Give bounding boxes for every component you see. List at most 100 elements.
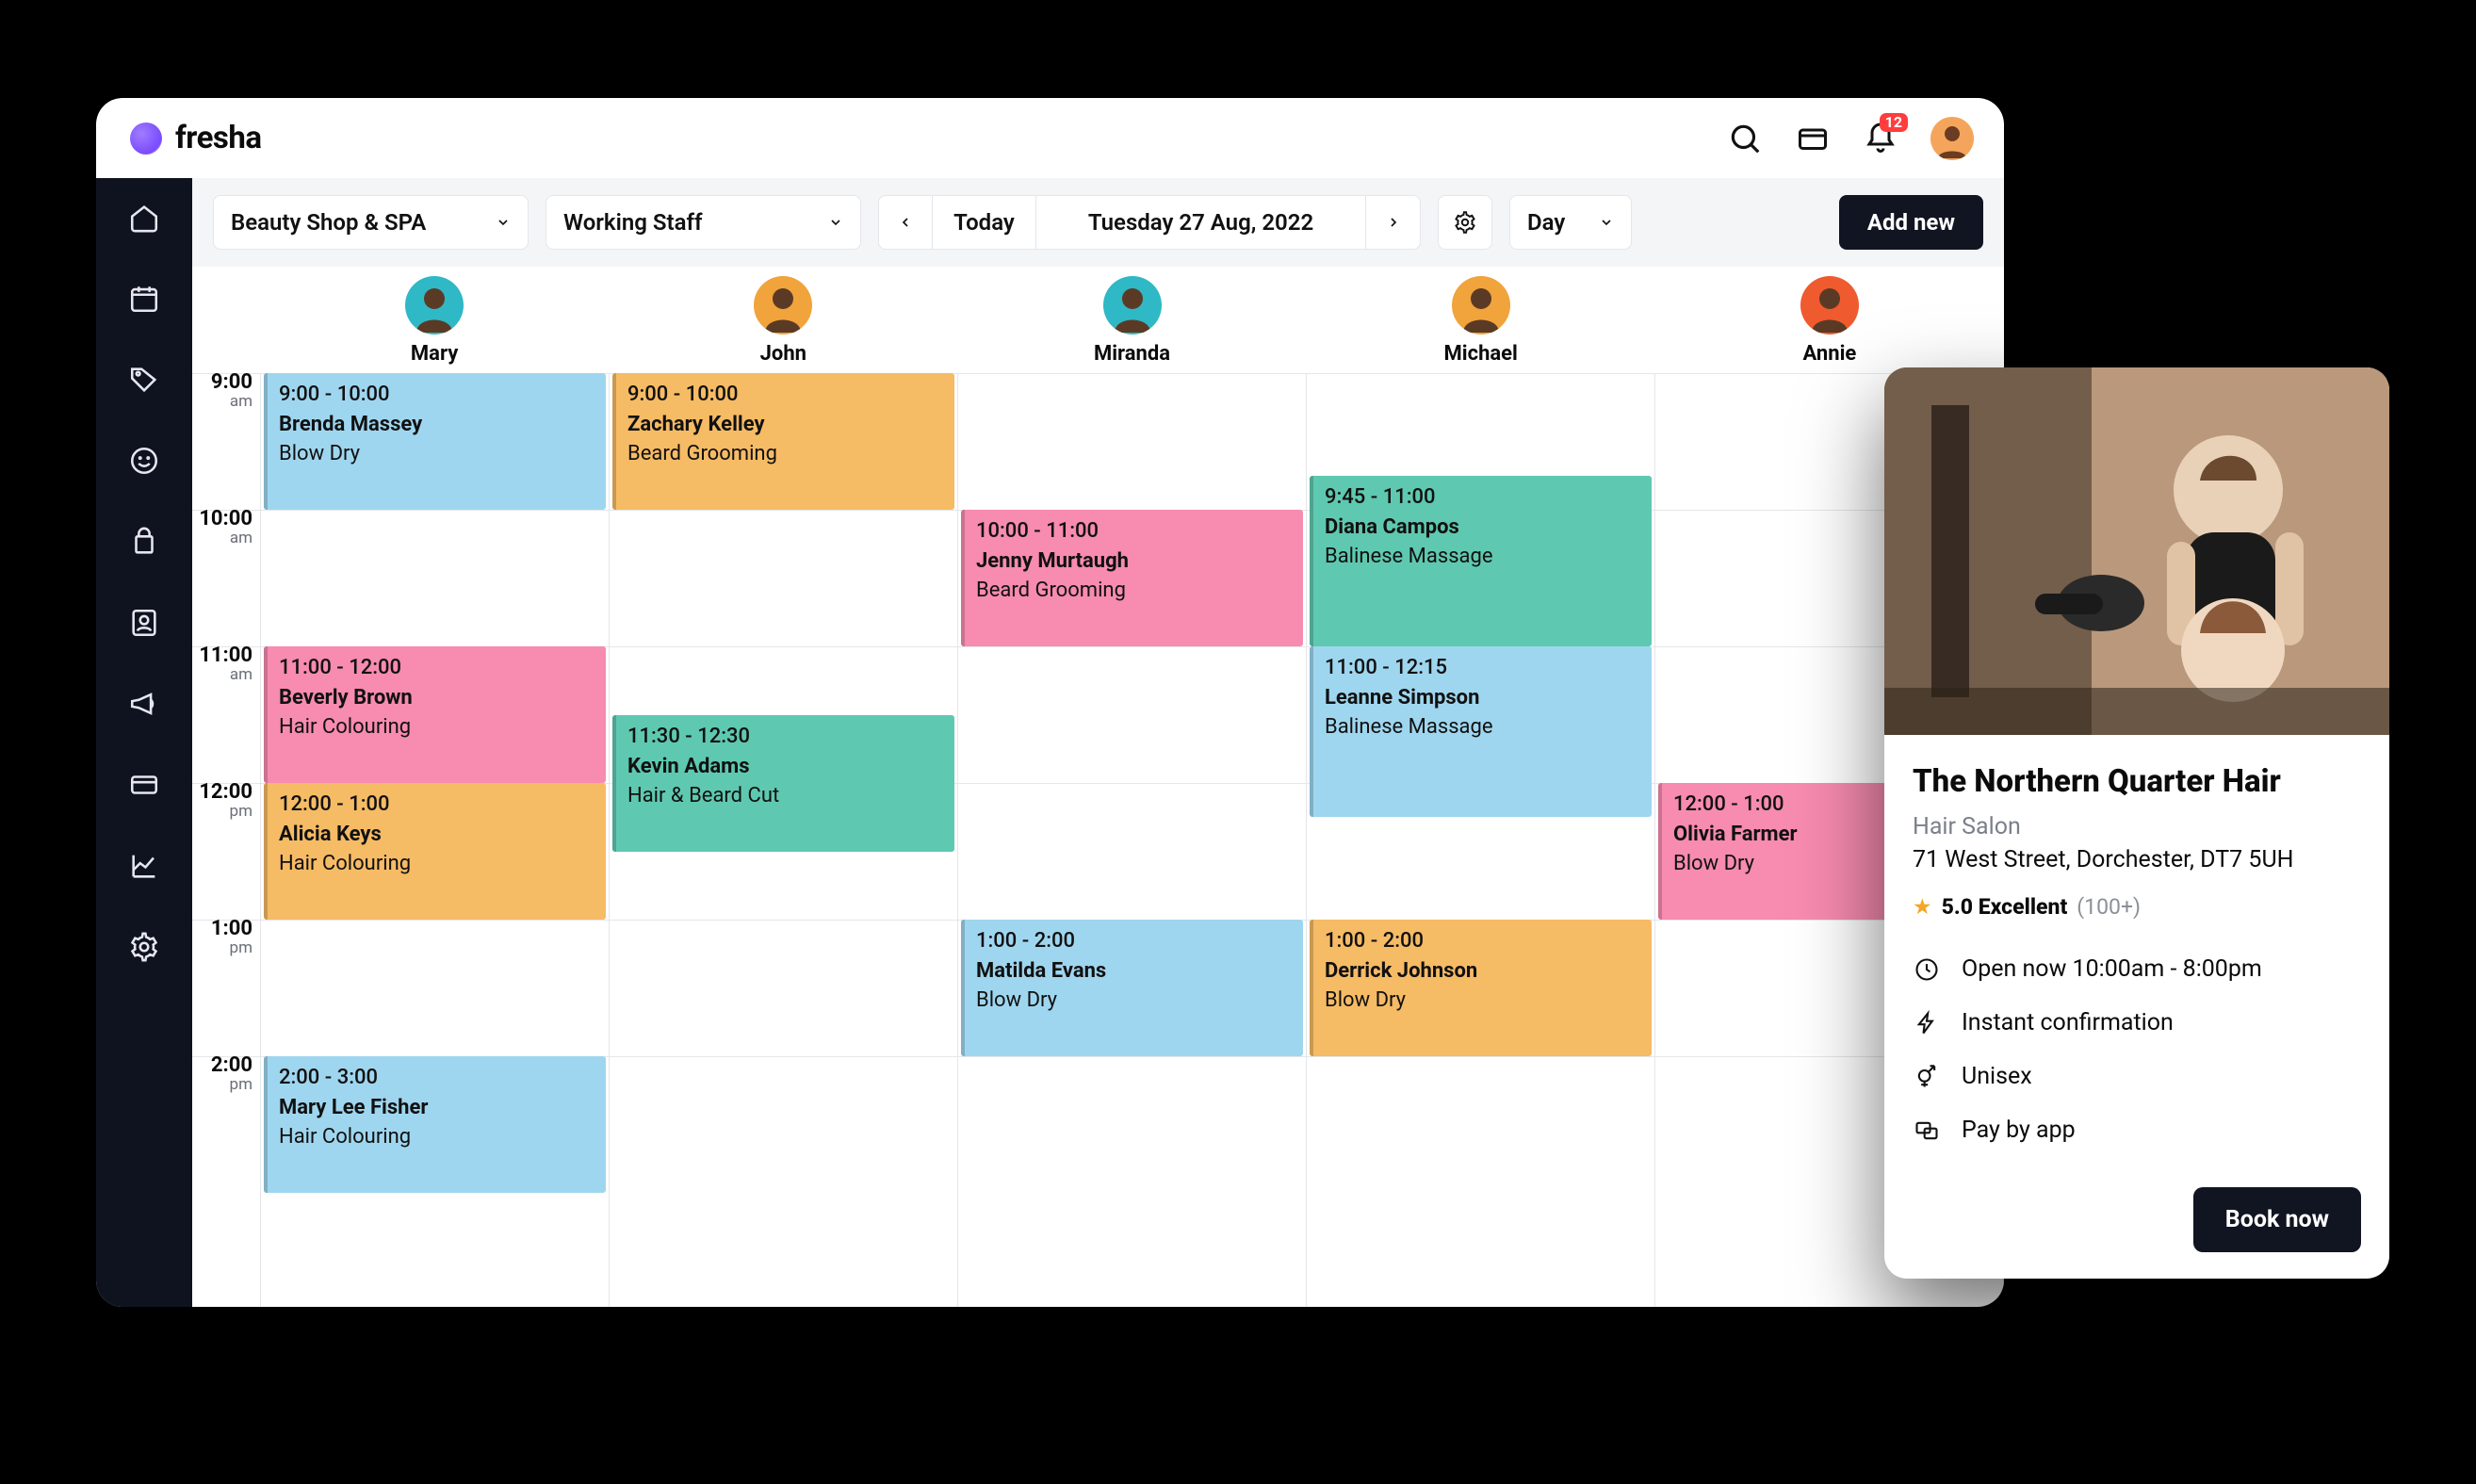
view-select[interactable]: Day xyxy=(1509,195,1632,250)
calendar-cell[interactable] xyxy=(958,646,1306,783)
notifications-icon[interactable]: 12 xyxy=(1863,121,1898,156)
feature-instant: Instant confirmation xyxy=(1913,1009,2361,1036)
staff-header-item[interactable]: John xyxy=(609,276,957,366)
staff-header-item[interactable]: Miranda xyxy=(957,276,1306,366)
pay-icon xyxy=(1913,1117,1941,1144)
event-time: 1:00 - 2:00 xyxy=(1325,927,1640,955)
rating-score: 5.0 Excellent xyxy=(1942,894,2068,920)
calendar-event[interactable]: 1:00 - 2:00 Derrick Johnson Blow Dry xyxy=(1310,920,1652,1056)
staff-avatar xyxy=(405,276,464,334)
feature-unisex: Unisex xyxy=(1913,1063,2361,1090)
nav-settings-icon[interactable] xyxy=(125,928,163,966)
calendar-event[interactable]: 2:00 - 3:00 Mary Lee Fisher Hair Colouri… xyxy=(264,1056,606,1193)
chevron-down-icon xyxy=(496,215,511,230)
event-time: 10:00 - 11:00 xyxy=(976,517,1292,546)
location-select[interactable]: Beauty Shop & SPA xyxy=(213,195,529,250)
event-service: Beard Grooming xyxy=(976,577,1292,605)
clock-icon xyxy=(1913,956,1941,983)
calendar-event[interactable]: 10:00 - 11:00 Jenny Murtaugh Beard Groom… xyxy=(961,510,1303,646)
event-time: 1:00 - 2:00 xyxy=(976,927,1292,955)
add-new-label: Add new xyxy=(1867,209,1955,236)
calendar-cell[interactable] xyxy=(958,1056,1306,1193)
staff-header-item[interactable]: Annie xyxy=(1655,276,2004,366)
staff-name-label: Miranda xyxy=(1094,342,1170,366)
time-tick: 11:00am xyxy=(192,646,260,783)
book-now-button[interactable]: Book now xyxy=(2193,1187,2361,1252)
feature-open-hours-label: Open now 10:00am - 8:00pm xyxy=(1962,955,2262,983)
brand-logo[interactable]: fresha xyxy=(130,120,262,156)
event-service: Balinese Massage xyxy=(1325,543,1640,571)
nav-product-icon[interactable] xyxy=(125,523,163,561)
calendar-column[interactable]: 9:45 - 11:00 Diana Campos Balinese Massa… xyxy=(1307,373,1655,1307)
nav-analytics-icon[interactable] xyxy=(125,847,163,885)
today-button[interactable]: Today xyxy=(933,195,1036,250)
event-client: Mary Lee Fisher xyxy=(279,1094,595,1122)
toolbar: Beauty Shop & SPA Working Staff Today Tu… xyxy=(192,178,2004,267)
calendar-column[interactable]: 9:00 - 10:00 Zachary Kelley Beard Groomi… xyxy=(610,373,958,1307)
notification-badge: 12 xyxy=(1880,113,1908,132)
calendar-event[interactable]: 11:00 - 12:15 Leanne Simpson Balinese Ma… xyxy=(1310,646,1652,817)
staff-avatar xyxy=(1452,276,1510,334)
calendar-cell[interactable] xyxy=(610,1056,957,1193)
staff-header-item[interactable]: Michael xyxy=(1307,276,1655,366)
topbar: fresha 12 xyxy=(96,98,2004,178)
current-date-label: Tuesday 27 Aug, 2022 xyxy=(1088,209,1313,236)
date-navigator: Today Tuesday 27 Aug, 2022 xyxy=(878,195,1421,250)
calendar-column[interactable]: 9:00 - 10:00 Brenda Massey Blow Dry 11:00… xyxy=(261,373,610,1307)
calendar-cell[interactable] xyxy=(958,783,1306,920)
nav-megaphone-icon[interactable] xyxy=(125,685,163,723)
calendar-cell[interactable] xyxy=(261,510,609,646)
calendar-event[interactable]: 1:00 - 2:00 Matilda Evans Blow Dry xyxy=(961,920,1303,1056)
wallet-icon[interactable] xyxy=(1795,121,1831,156)
prev-day-button[interactable] xyxy=(878,195,933,250)
app-window: fresha 12 xyxy=(96,98,2004,1307)
staff-select-label: Working Staff xyxy=(563,209,703,236)
nav-contact-icon[interactable] xyxy=(125,604,163,642)
event-time: 9:45 - 11:00 xyxy=(1325,483,1640,512)
event-client: Alicia Keys xyxy=(279,821,595,849)
calendar-column[interactable]: 10:00 - 11:00 Jenny Murtaugh Beard Groom… xyxy=(958,373,1307,1307)
business-address: 71 West Street, Dorchester, DT7 5UH xyxy=(1913,846,2361,873)
event-time: 11:00 - 12:15 xyxy=(1325,654,1640,682)
event-client: Zachary Kelley xyxy=(627,411,943,439)
calendar-cell[interactable] xyxy=(1307,1056,1654,1193)
event-time: 11:00 - 12:00 xyxy=(279,654,595,682)
nav-tag-icon[interactable] xyxy=(125,361,163,399)
calendar-event[interactable]: 9:45 - 11:00 Diana Campos Balinese Massa… xyxy=(1310,476,1652,646)
calendar-cell[interactable] xyxy=(958,373,1306,510)
staff-avatar xyxy=(1800,276,1859,334)
nav-calendar-icon[interactable] xyxy=(125,280,163,318)
current-date[interactable]: Tuesday 27 Aug, 2022 xyxy=(1036,195,1366,250)
calendar-event[interactable]: 11:30 - 12:30 Kevin Adams Hair & Beard C… xyxy=(612,715,954,852)
calendar-cell[interactable] xyxy=(261,920,609,1056)
staff-name-label: Michael xyxy=(1444,342,1518,366)
feature-pay-by-app: Pay by app xyxy=(1913,1117,2361,1144)
calendar-columns: 9:00 - 10:00 Brenda Massey Blow Dry 11:00… xyxy=(260,373,2004,1307)
event-service: Balinese Massage xyxy=(1325,713,1640,742)
nav-card-icon[interactable] xyxy=(125,766,163,804)
calendar-cell[interactable] xyxy=(610,510,957,646)
business-cover-image xyxy=(1884,367,2389,735)
search-icon[interactable] xyxy=(1727,121,1763,156)
calendar-cell[interactable] xyxy=(610,920,957,1056)
chevron-down-icon xyxy=(1599,215,1614,230)
event-client: Diana Campos xyxy=(1325,514,1640,542)
next-day-button[interactable] xyxy=(1366,195,1421,250)
calendar-settings-button[interactable] xyxy=(1438,195,1492,250)
add-new-button[interactable]: Add new xyxy=(1839,195,1983,250)
rating-reviews: (100+) xyxy=(2077,894,2141,920)
nav-home-icon[interactable] xyxy=(125,199,163,236)
event-service: Hair Colouring xyxy=(279,1123,595,1151)
calendar-event[interactable]: 12:00 - 1:00 Alicia Keys Hair Colouring xyxy=(264,783,606,920)
nav-smile-icon[interactable] xyxy=(125,442,163,480)
user-avatar[interactable] xyxy=(1930,117,1974,160)
calendar-event[interactable]: 9:00 - 10:00 Brenda Massey Blow Dry xyxy=(264,373,606,510)
staff-select[interactable]: Working Staff xyxy=(546,195,861,250)
brand-mark-icon xyxy=(130,122,162,155)
calendar-event[interactable]: 9:00 - 10:00 Zachary Kelley Beard Groomi… xyxy=(612,373,954,510)
book-now-label: Book now xyxy=(2225,1206,2329,1233)
event-service: Hair Colouring xyxy=(279,850,595,878)
staff-header-item[interactable]: Mary xyxy=(260,276,609,366)
event-client: Kevin Adams xyxy=(627,753,943,781)
calendar-event[interactable]: 11:00 - 12:00 Beverly Brown Hair Colouri… xyxy=(264,646,606,783)
